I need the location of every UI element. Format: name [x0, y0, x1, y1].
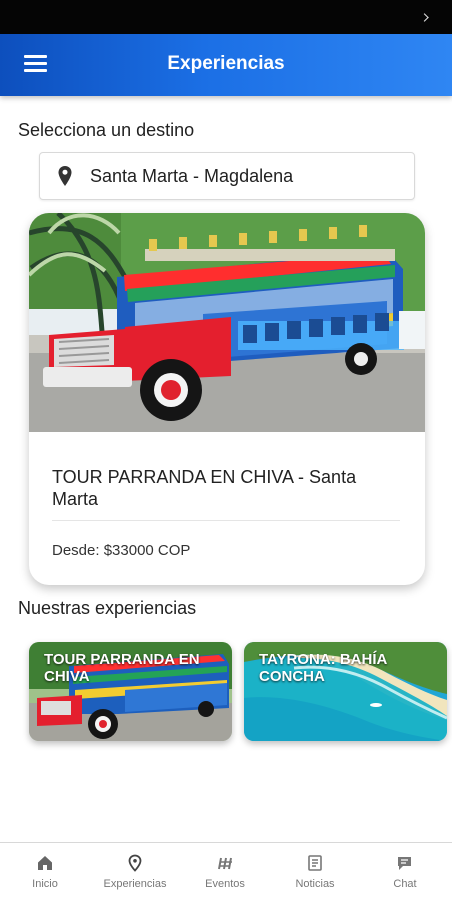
signal-icon [420, 13, 429, 22]
nav-item-eventos[interactable]: Eventos [180, 843, 270, 901]
location-pin-icon [128, 854, 142, 872]
nav-label-inicio: Inicio [32, 878, 58, 890]
nav-item-inicio[interactable]: Inicio [0, 843, 90, 901]
nav-label-chat: Chat [393, 878, 417, 890]
location-pin-icon [58, 166, 72, 186]
events-icon [218, 857, 232, 870]
status-bar [0, 0, 452, 34]
experiences-section-title: Nuestras experiencias [18, 598, 197, 618]
destination-select[interactable]: Santa Marta - Magdalena [39, 152, 415, 200]
featured-experience-card[interactable]: TOUR PARRANDA EN CHIVA - Santa Marta Des… [29, 213, 425, 585]
news-icon [308, 855, 322, 871]
featured-experience-image [29, 213, 425, 432]
nav-item-noticias[interactable]: Noticias [270, 843, 360, 901]
experience-card-tayrona[interactable]: TAYRONA: BAHÍA CONCHA [244, 642, 447, 741]
divider [52, 520, 400, 521]
home-icon [38, 856, 52, 870]
experience-title: TOUR PARRANDA EN CHIVA [44, 651, 200, 685]
nav-item-experiencias[interactable]: Experiencias [90, 843, 180, 901]
page-title: Experiencias [167, 53, 285, 74]
experience-card-chiva[interactable]: TOUR PARRANDA EN CHIVA [29, 642, 232, 741]
bottom-navigation: Inicio Experiencias Eventos Noticias Cha… [0, 842, 452, 901]
experience-title: TAYRONA: BAHÍA CONCHA [259, 651, 387, 685]
nav-label-noticias: Noticias [295, 878, 335, 890]
nav-item-chat[interactable]: Chat [360, 843, 450, 901]
destination-value: Santa Marta - Magdalena [90, 166, 294, 186]
nav-label-eventos: Eventos [205, 878, 245, 890]
featured-experience-title: TOUR PARRANDA EN CHIVA - Santa Marta [52, 467, 357, 509]
app-header: Experiencias [0, 34, 452, 96]
chat-icon [398, 857, 411, 870]
destination-label: Selecciona un destino [18, 120, 195, 140]
featured-experience-price: Desde: $33000 COP [52, 542, 191, 559]
nav-label-experiencias: Experiencias [103, 878, 167, 890]
